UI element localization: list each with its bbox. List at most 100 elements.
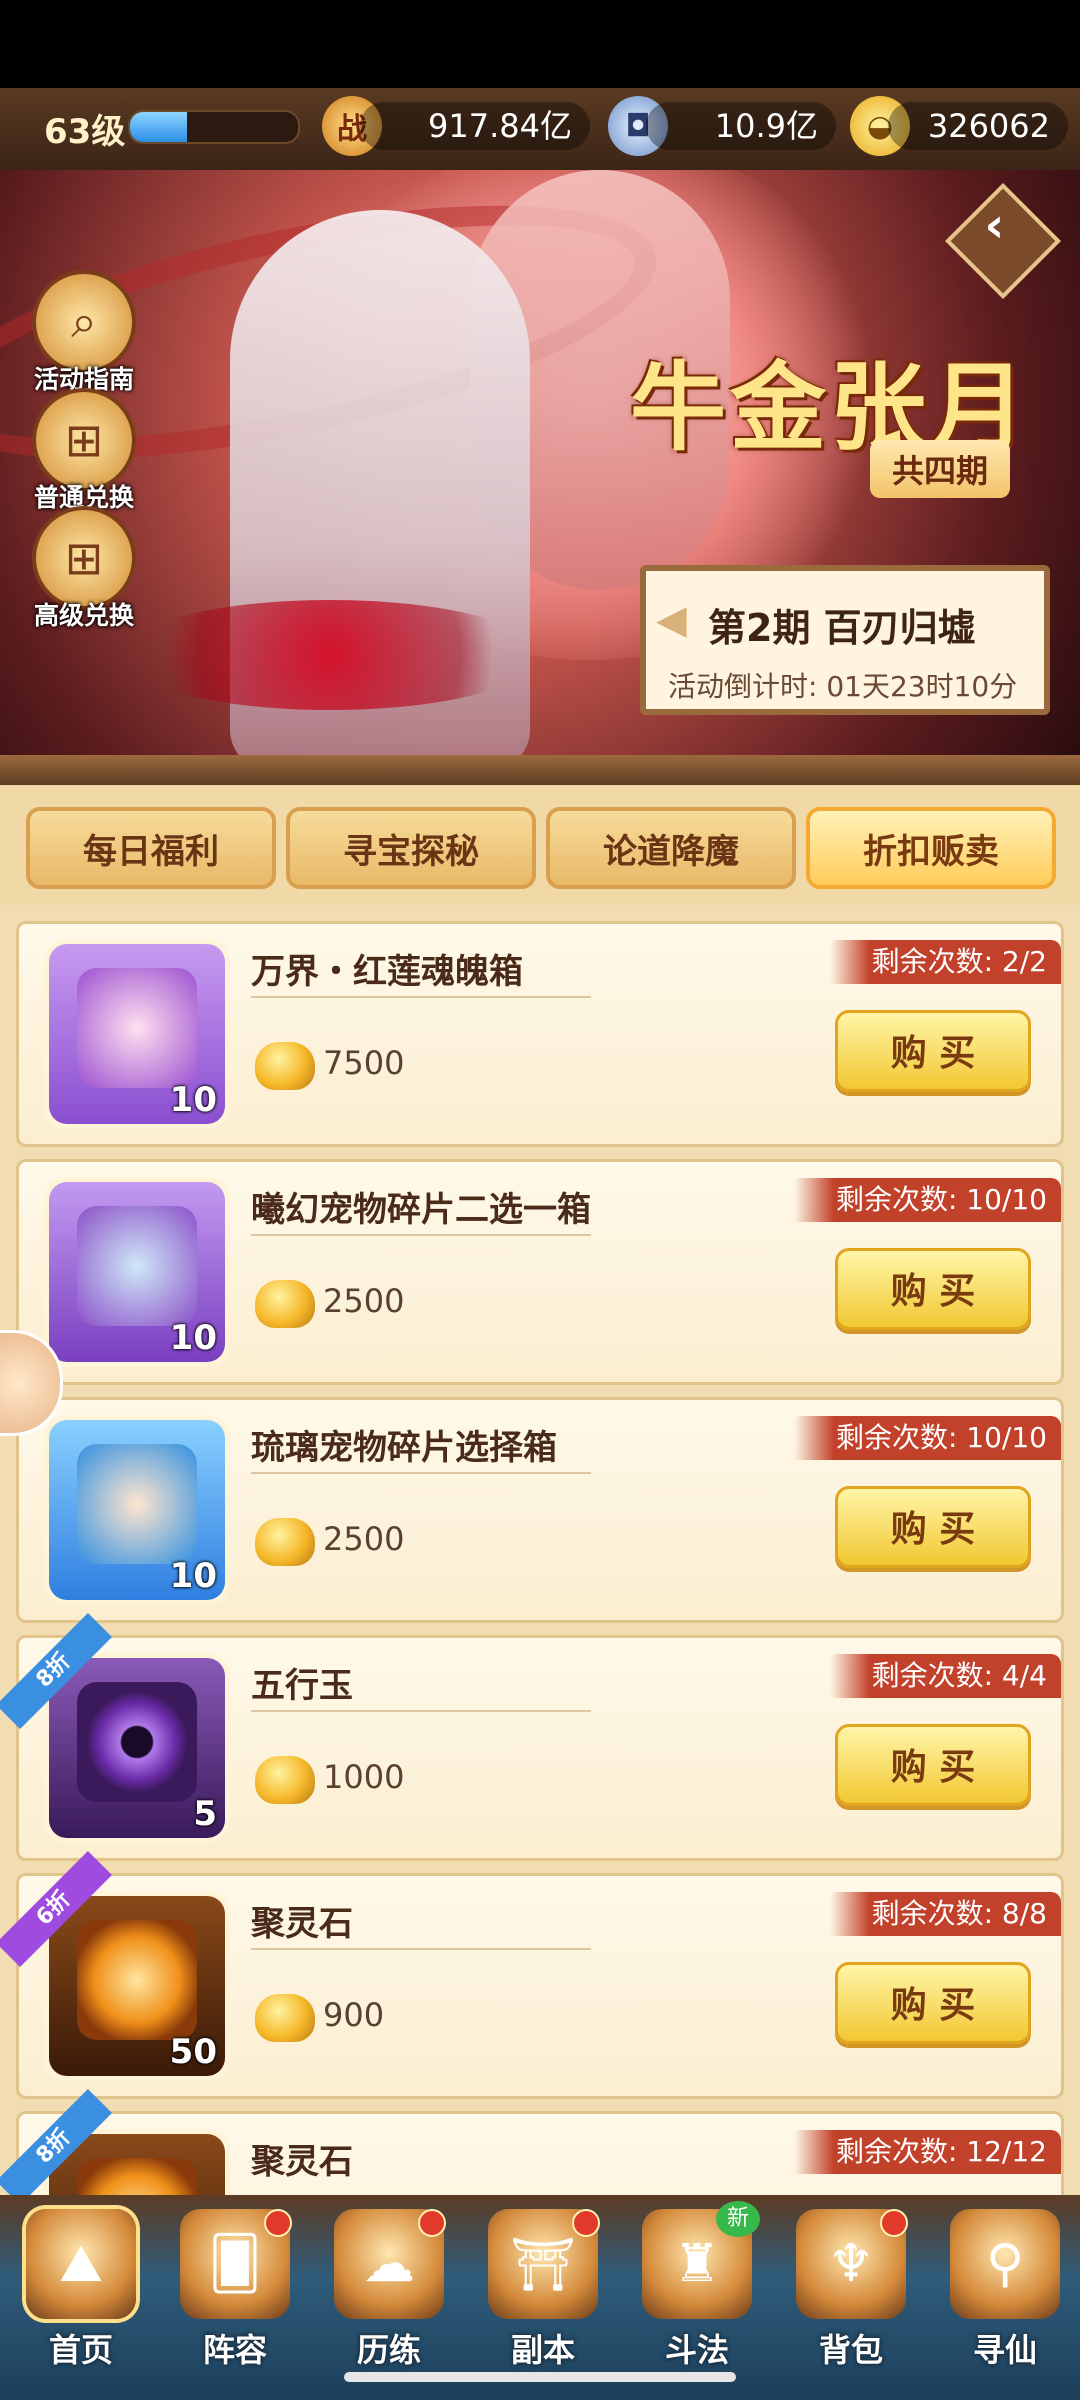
nav-training[interactable]: ☁ 历练 xyxy=(312,2195,466,2369)
pet-chest-icon xyxy=(77,1206,197,1326)
nav-label: 副本 xyxy=(510,2331,575,2369)
advanced-exchange-button[interactable]: ⊞ 高级兑换 xyxy=(22,506,146,632)
home-indicator[interactable] xyxy=(344,2372,736,2382)
red-dot-badge xyxy=(572,2209,600,2237)
item-name: 琉璃宠物碎片选择箱 xyxy=(251,1428,557,1468)
item-list: 10 万界・红莲魂魄箱 7500 剩余次数: 2/2 购 买 10 曦幻宠物碎片… xyxy=(0,905,1080,2195)
item-price: 900 xyxy=(323,1996,385,2034)
nav-label: 历练 xyxy=(356,2331,421,2369)
buy-button[interactable]: 购 买 xyxy=(835,1962,1031,2044)
buy-button[interactable]: 购 买 xyxy=(835,1486,1031,1568)
item-name: 曦幻宠物碎片二选一箱 xyxy=(251,1190,591,1230)
item-name: 万界・红莲魂魄箱 xyxy=(251,952,523,992)
resource-bar: 63级 战 917.84亿 ◘ 10.9亿 ◒ 326062 xyxy=(0,88,1080,170)
item-name: 聚灵石 xyxy=(251,1904,353,1944)
nav-label: 寻仙 xyxy=(972,2331,1037,2369)
banner-splash xyxy=(120,600,540,710)
gift-box-icon: ⊞ xyxy=(32,506,136,610)
advanced-exchange-label: 高级兑换 xyxy=(33,601,134,630)
tab-demon-subduing[interactable]: 论道降魔 xyxy=(546,807,796,889)
buy-button[interactable]: 购 买 xyxy=(835,1724,1031,1806)
divider xyxy=(251,996,591,998)
glass-chest-icon xyxy=(77,1444,197,1564)
item-count: 10 xyxy=(169,1080,217,1120)
remaining-count: 剩余次数: 8/8 xyxy=(829,1892,1061,1936)
nav-label: 斗法 xyxy=(664,2331,729,2369)
item-price: 7500 xyxy=(323,1044,405,1082)
nav-label: 阵容 xyxy=(202,2331,267,2369)
soul-chest-icon xyxy=(77,968,197,1088)
item-icon: 10 xyxy=(49,1420,225,1600)
nav-dungeon[interactable]: ⛩ 副本 xyxy=(466,2195,620,2369)
gold-ingot-icon xyxy=(255,1280,315,1328)
tab-discount-sale[interactable]: 折扣贩卖 xyxy=(806,807,1056,889)
red-dot-badge xyxy=(418,2209,446,2237)
item-count: 10 xyxy=(169,1556,217,1596)
tab-treasure-hunt[interactable]: 寻宝探秘 xyxy=(286,807,536,889)
discount-ribbon: 8折 xyxy=(0,1613,112,1729)
exp-bar-fill xyxy=(130,112,188,142)
gold-value: 326062 xyxy=(888,102,1068,150)
item-price: 2500 xyxy=(323,1520,405,1558)
remaining-count: 剩余次数: 10/10 xyxy=(793,1178,1061,1222)
item-name: 聚灵石 xyxy=(251,2142,353,2182)
banner-divider xyxy=(0,755,1080,785)
period-title: 第2期 百刃归墟 xyxy=(708,606,976,650)
gold-ingot-icon xyxy=(255,1756,315,1804)
remaining-count: 剩余次数: 4/4 xyxy=(829,1654,1061,1698)
bottom-nav: ⛰ 首页 🂠 阵容 ☁ 历练 ⛩ 副本 ♜ 新 斗法 ♆ 背包 ⚲ 寻仙 xyxy=(0,2195,1080,2400)
list-item: 10 琉璃宠物碎片选择箱 2500 剩余次数: 10/10 购 买 xyxy=(16,1397,1064,1623)
discount-ribbon: 6折 xyxy=(0,1851,112,1967)
exp-bar xyxy=(128,110,300,144)
red-dot-badge xyxy=(264,2209,292,2237)
chevron-left-icon: ‹ xyxy=(984,197,1005,254)
spirit-stone-icon xyxy=(77,2158,197,2195)
period-prev-icon[interactable]: ◀ xyxy=(656,597,687,643)
remaining-count: 剩余次数: 2/2 xyxy=(829,940,1061,984)
period-panel: ◀ 第2期 百刃归墟 活动倒计时: 01天23时10分 xyxy=(640,565,1050,715)
divider xyxy=(251,1472,591,1474)
list-item: 5 8折 五行玉 1000 剩余次数: 4/4 购 买 xyxy=(0,1613,1064,1861)
item-price: 2500 xyxy=(323,1282,405,1320)
buy-button[interactable]: 购 买 xyxy=(835,1248,1031,1330)
normal-exchange-button[interactable]: ⊞ 普通兑换 xyxy=(22,388,146,514)
player-level: 63级 xyxy=(44,112,126,152)
nav-duel[interactable]: ♜ 新 斗法 xyxy=(620,2195,774,2369)
home-icon: ⛰ xyxy=(26,2209,136,2319)
item-count: 10 xyxy=(169,1318,217,1358)
red-dot-badge xyxy=(880,2209,908,2237)
list-item: 50 6折 聚灵石 900 剩余次数: 8/8 购 买 xyxy=(0,1851,1064,2099)
discount-ribbon: 8折 xyxy=(0,2089,112,2195)
list-item: 10 曦幻宠物碎片二选一箱 2500 剩余次数: 10/10 购 买 xyxy=(16,1159,1064,1385)
item-icon: 10 xyxy=(49,1182,225,1362)
battle-power-value: 917.84亿 xyxy=(360,102,590,150)
event-countdown: 活动倒计时: 01天23时10分 xyxy=(668,670,1018,703)
nav-label: 首页 xyxy=(48,2331,113,2369)
divider xyxy=(251,1710,591,1712)
item-icon: 10 xyxy=(49,944,225,1124)
gold-ingot-icon xyxy=(255,1994,315,2042)
silver-value: 10.9亿 xyxy=(646,102,836,150)
item-price: 1000 xyxy=(323,1758,405,1796)
item-count: 5 xyxy=(193,1794,217,1834)
tab-daily-welfare[interactable]: 每日福利 xyxy=(26,807,276,889)
remaining-count: 剩余次数: 10/10 xyxy=(793,1416,1061,1460)
nav-bag[interactable]: ♆ 背包 xyxy=(774,2195,928,2369)
nav-lineup[interactable]: 🂠 阵容 xyxy=(158,2195,312,2369)
remaining-count: 剩余次数: 12/12 xyxy=(793,2130,1061,2174)
status-bar xyxy=(0,0,1080,88)
spirit-stone-icon xyxy=(77,1920,197,2040)
magnifier-icon: ⌕ xyxy=(32,270,136,374)
item-count: 50 xyxy=(169,2032,217,2072)
gold-ingot-icon xyxy=(255,1518,315,1566)
nav-label: 背包 xyxy=(818,2331,883,2369)
item-name: 五行玉 xyxy=(251,1666,353,1706)
nav-home[interactable]: ⛰ 首页 xyxy=(4,2195,158,2369)
buy-button[interactable]: 购 买 xyxy=(835,1010,1031,1092)
nav-seek-immortal[interactable]: ⚲ 寻仙 xyxy=(928,2195,1080,2369)
list-item: 10 万界・红莲魂魄箱 7500 剩余次数: 2/2 购 买 xyxy=(16,921,1064,1147)
guide-button[interactable]: ⌕ 活动指南 xyxy=(22,270,146,396)
back-button[interactable]: ‹ xyxy=(945,183,1061,299)
list-item: 8折 聚灵石 剩余次数: 12/12 xyxy=(0,2089,1064,2195)
divider xyxy=(251,1234,591,1236)
